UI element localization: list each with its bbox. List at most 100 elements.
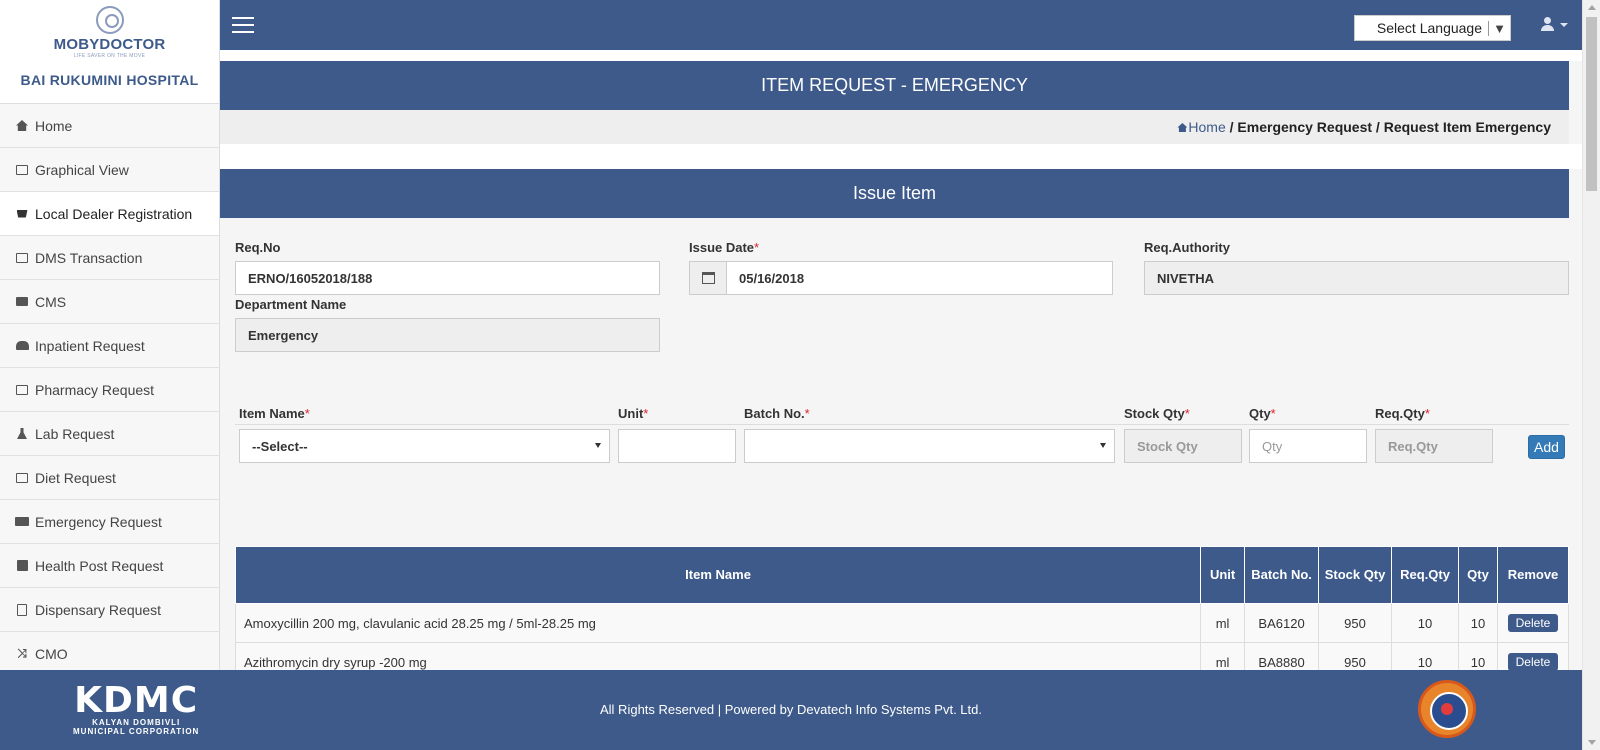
col-unit: Unit	[1200, 546, 1246, 604]
sidebar-item-label: Home	[35, 117, 73, 134]
sidebar-item-dispensary-request[interactable]: Dispensary Request	[0, 588, 219, 632]
stock-qty-field[interactable]: Stock Qty	[1124, 429, 1242, 463]
item-name-select[interactable]: --Select--	[239, 429, 610, 463]
sidebar-item-pharmacy-request[interactable]: Pharmacy Request	[0, 368, 219, 412]
sidebar-item-graphical-view[interactable]: Graphical View	[0, 148, 219, 192]
req-qty-label: Req.Qty*	[1375, 406, 1430, 421]
scroll-up-icon[interactable]	[1588, 5, 1596, 10]
sidebar-item-label: Inpatient Request	[35, 337, 145, 354]
flask-icon	[15, 428, 29, 440]
sidebar-item-label: Health Post Request	[35, 557, 164, 574]
scrollbar-thumb[interactable]	[1586, 17, 1597, 191]
list-icon	[15, 296, 29, 308]
breadcrumb-path: / Emergency Request / Request Item Emerg…	[1225, 119, 1551, 135]
sidebar-item-label: Emergency Request	[35, 513, 162, 530]
delete-button[interactable]: Delete	[1507, 614, 1559, 632]
municipal-emblem-icon	[1418, 680, 1476, 738]
panel-title: Issue Item	[220, 169, 1569, 218]
col-batch-no: Batch No.	[1244, 546, 1320, 604]
breadcrumb: Home / Emergency Request / Request Item …	[220, 110, 1569, 144]
item-name-label: Item Name*	[239, 406, 310, 421]
sidebar: MOBYDOCTOR LIFE SAVER ON THE MOVE BAI RU…	[0, 0, 220, 676]
kdmc-logo-line2: MUNICIPAL CORPORATION	[73, 727, 200, 736]
sidebar-item-home[interactable]: Home	[0, 104, 219, 148]
scroll-down-icon[interactable]	[1588, 740, 1596, 745]
logo[interactable]: MOBYDOCTOR LIFE SAVER ON THE MOVE BAI RU…	[0, 0, 219, 104]
req-qty-field[interactable]: Req.Qty	[1375, 429, 1493, 463]
chart-icon	[15, 472, 29, 484]
col-stock-qty: Stock Qty	[1318, 546, 1393, 604]
sidebar-item-dms-transaction[interactable]: DMS Transaction	[0, 236, 219, 280]
top-bar: Select Language ▼	[220, 0, 1582, 50]
cell-unit: ml	[1200, 603, 1246, 643]
sidebar-item-diet-request[interactable]: Diet Request	[0, 456, 219, 500]
breadcrumb-home-label: Home	[1188, 119, 1226, 135]
logo-title: MOBYDOCTOR	[53, 36, 166, 53]
footer-copyright: All Rights Reserved | Powered by Devatec…	[600, 702, 982, 717]
sidebar-item-label: Diet Request	[35, 469, 116, 486]
sidebar-item-emergency-request[interactable]: Emergency Request	[0, 500, 219, 544]
breadcrumb-home-link[interactable]: Home	[1177, 119, 1226, 135]
sidebar-item-cms[interactable]: CMS	[0, 280, 219, 324]
department-label: Department Name	[235, 297, 347, 312]
issue-date-field[interactable]: 05/16/2018	[726, 261, 1113, 295]
sidebar-item-label: Pharmacy Request	[35, 381, 155, 398]
col-qty: Qty	[1458, 546, 1498, 604]
content-spacer	[220, 144, 1582, 169]
mobydoctor-logo-icon	[95, 6, 124, 34]
qty-field[interactable]: Qty	[1249, 429, 1367, 463]
cell-stock-qty: 950	[1318, 603, 1393, 643]
col-remove: Remove	[1496, 546, 1570, 604]
table-row: Amoxycillin 200 mg, clavulanic acid 28.2…	[234, 603, 1570, 643]
sidebar-item-lab-request[interactable]: Lab Request	[0, 412, 219, 456]
batch-no-select[interactable]	[744, 429, 1115, 463]
user-menu-icon[interactable]	[1540, 16, 1570, 34]
hospital-name: BAI RUKUMINI HOSPITAL	[20, 72, 199, 88]
sidebar-item-health-post-request[interactable]: Health Post Request	[0, 544, 219, 588]
sidebar-item-inpatient-request[interactable]: Inpatient Request	[0, 324, 219, 368]
stock-qty-label: Stock Qty*	[1124, 406, 1190, 421]
sidebar-item-label: Graphical View	[35, 161, 129, 178]
add-item-button[interactable]: Add	[1528, 435, 1565, 459]
calendar-button[interactable]	[689, 261, 727, 295]
ambulance-icon	[15, 516, 29, 528]
req-no-label: Req.No	[235, 240, 281, 255]
sidebar-item-label: Local Dealer Registration	[35, 205, 193, 222]
cell-qty: 10	[1458, 603, 1498, 643]
menu-toggle-icon[interactable]	[232, 17, 254, 33]
home-icon	[15, 120, 29, 132]
sidebar-item-local-dealer-registration[interactable]: Local Dealer Registration	[0, 192, 219, 236]
sidebar-item-label: Lab Request	[35, 425, 115, 442]
cell-req-qty: 10	[1391, 603, 1459, 643]
req-authority-label: Req.Authority	[1144, 240, 1230, 255]
shuffle-icon: ⤨	[17, 646, 27, 660]
caret-down-icon	[1100, 443, 1106, 448]
clipboard-icon	[15, 603, 29, 616]
unit-field[interactable]	[618, 429, 736, 463]
language-select-label: Select Language	[1376, 20, 1482, 36]
delete-button[interactable]: Delete	[1507, 653, 1559, 671]
picture-icon	[15, 164, 29, 176]
item-row-divider	[235, 424, 1569, 425]
logo-tagline: LIFE SAVER ON THE MOVE	[73, 53, 146, 59]
req-no-field[interactable]: ERNO/16052018/188	[235, 261, 660, 295]
chevron-down-icon: ▼	[1488, 20, 1510, 36]
cart-icon	[15, 208, 29, 220]
page-scrollbar[interactable]	[1582, 0, 1600, 750]
cell-item-name: Amoxycillin 200 mg, clavulanic acid 28.2…	[234, 603, 1202, 643]
batch-no-label: Batch No.*	[744, 406, 810, 421]
department-field[interactable]: Emergency	[235, 318, 660, 352]
col-item-name: Item Name	[234, 546, 1202, 604]
caret-down-icon	[595, 443, 601, 448]
page-title: ITEM REQUEST - EMERGENCY	[220, 61, 1569, 110]
req-authority-field[interactable]: NIVETHA	[1144, 261, 1569, 295]
header-divider	[220, 50, 1582, 61]
cell-remove: Delete	[1496, 603, 1570, 643]
unit-label: Unit*	[618, 406, 649, 421]
language-select[interactable]: Select Language ▼	[1354, 15, 1511, 41]
sidebar-item-label: CMS	[35, 293, 67, 310]
calendar-icon	[701, 272, 715, 284]
required-mark: *	[754, 240, 760, 255]
home-icon	[1177, 123, 1188, 132]
qty-label: Qty*	[1249, 406, 1276, 421]
